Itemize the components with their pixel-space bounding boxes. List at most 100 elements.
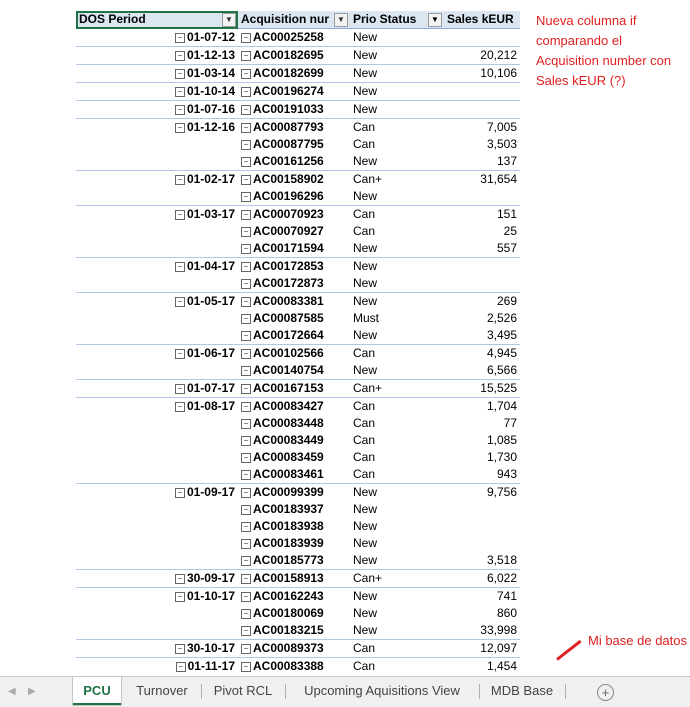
minus-box-icon[interactable]: − <box>174 174 185 185</box>
prio-status-cell[interactable]: Can <box>350 223 444 240</box>
acquisition-cell[interactable]: − AC00161256 <box>238 153 350 171</box>
minus-box-icon[interactable]: − <box>241 243 251 254</box>
minus-box-icon[interactable]: − <box>174 122 185 133</box>
dos-period-cell[interactable] <box>76 362 238 380</box>
minus-box-icon[interactable]: − <box>174 104 185 115</box>
dos-period-cell[interactable]: −01-04-17 <box>76 257 238 275</box>
prio-status-cell[interactable]: New <box>350 257 444 275</box>
acquisition-cell[interactable]: − AC00183215 <box>238 622 350 640</box>
prio-status-cell[interactable]: New <box>350 587 444 605</box>
minus-box-icon[interactable]: − <box>174 32 185 43</box>
minus-box-icon[interactable]: − <box>241 521 251 532</box>
acquisition-cell[interactable]: − AC00182695 <box>238 46 350 65</box>
sales-cell[interactable]: 15,525 <box>444 379 520 398</box>
dos-period-cell[interactable]: −01-12-16 <box>76 118 238 136</box>
acquisition-cell[interactable]: − AC00158902 <box>238 170 350 188</box>
minus-box-icon[interactable]: − <box>241 191 251 202</box>
dos-period-cell[interactable]: −01-09-17 <box>76 483 238 501</box>
sales-cell[interactable]: 9,756 <box>444 483 520 501</box>
dos-period-cell[interactable] <box>76 136 238 153</box>
acquisition-cell[interactable]: − AC00083449 <box>238 432 350 449</box>
scroll-right-icon[interactable]: ▶ <box>28 686 36 697</box>
minus-box-icon[interactable]: − <box>241 435 251 446</box>
minus-box-icon[interactable]: − <box>241 261 251 272</box>
acquisition-cell[interactable]: − AC00087793 <box>238 118 350 136</box>
minus-box-icon[interactable]: − <box>241 156 251 167</box>
minus-box-icon[interactable]: − <box>174 383 185 394</box>
sales-cell[interactable]: 3,503 <box>444 136 520 153</box>
sales-cell[interactable] <box>444 501 520 518</box>
acquisition-cell[interactable]: − AC00025258 <box>238 28 350 47</box>
minus-box-icon[interactable]: − <box>174 261 185 272</box>
prio-status-cell[interactable]: Can <box>350 657 444 675</box>
sales-cell[interactable]: 10,106 <box>444 64 520 83</box>
acquisition-cell[interactable]: − AC00087795 <box>238 136 350 153</box>
minus-box-icon[interactable]: − <box>241 661 251 672</box>
acquisition-cell[interactable]: − AC00099399 <box>238 483 350 501</box>
sales-cell[interactable] <box>444 188 520 206</box>
minus-box-icon[interactable]: − <box>175 661 186 672</box>
dos-period-cell[interactable]: −01-03-17 <box>76 205 238 223</box>
minus-box-icon[interactable]: − <box>241 487 251 498</box>
sales-cell[interactable]: 943 <box>444 466 520 484</box>
acquisition-cell[interactable]: − AC00196274 <box>238 82 350 101</box>
minus-box-icon[interactable]: − <box>174 296 185 307</box>
dos-period-cell[interactable] <box>76 622 238 640</box>
dos-period-cell[interactable]: −01-10-14 <box>76 82 238 101</box>
dos-period-cell[interactable]: −30-10-17 <box>76 639 238 658</box>
dos-period-cell[interactable]: −30-09-17 <box>76 569 238 588</box>
dos-period-cell[interactable] <box>76 466 238 484</box>
acquisition-cell[interactable]: − AC00140754 <box>238 362 350 380</box>
minus-box-icon[interactable]: − <box>241 452 251 463</box>
acquisition-cell[interactable]: − AC00172853 <box>238 257 350 275</box>
sales-cell[interactable]: 151 <box>444 205 520 223</box>
worksheet-area[interactable]: DOS Period ▼ Acquisition nur ▼ Prio Stat… <box>0 0 690 690</box>
minus-box-icon[interactable]: − <box>241 608 251 619</box>
prio-status-cell[interactable]: Can <box>350 136 444 153</box>
dropdown-arrow-icon[interactable]: ▼ <box>222 13 236 27</box>
header-dos-period[interactable]: DOS Period ▼ <box>76 11 238 29</box>
minus-box-icon[interactable]: − <box>241 32 251 43</box>
prio-status-cell[interactable]: New <box>350 100 444 119</box>
acquisition-cell[interactable]: − AC00172873 <box>238 275 350 293</box>
prio-status-cell[interactable]: Can <box>350 397 444 415</box>
minus-box-icon[interactable]: − <box>241 226 251 237</box>
minus-box-icon[interactable]: − <box>241 68 251 79</box>
prio-status-cell[interactable]: Can <box>350 415 444 432</box>
sales-cell[interactable] <box>444 257 520 275</box>
dos-period-cell[interactable]: −01-06-17 <box>76 344 238 362</box>
minus-box-icon[interactable]: − <box>241 401 251 412</box>
acquisition-cell[interactable]: − AC00083459 <box>238 449 350 466</box>
dos-period-cell[interactable] <box>76 518 238 535</box>
sales-cell[interactable] <box>444 535 520 552</box>
acquisition-cell[interactable]: − AC00070927 <box>238 223 350 240</box>
minus-box-icon[interactable]: − <box>174 487 185 498</box>
dos-period-cell[interactable]: −01-02-17 <box>76 170 238 188</box>
prio-status-cell[interactable]: Can <box>350 118 444 136</box>
minus-box-icon[interactable]: − <box>241 504 251 515</box>
sales-cell[interactable] <box>444 518 520 535</box>
minus-box-icon[interactable]: − <box>174 401 185 412</box>
dos-period-cell[interactable]: −01-12-13 <box>76 46 238 65</box>
acquisition-cell[interactable]: − AC00083448 <box>238 415 350 432</box>
scroll-left-icon[interactable]: ◀ <box>8 686 16 697</box>
sales-cell[interactable] <box>444 100 520 119</box>
sales-cell[interactable]: 7,005 <box>444 118 520 136</box>
dos-period-cell[interactable]: −01-03-14 <box>76 64 238 83</box>
minus-box-icon[interactable]: − <box>241 50 251 61</box>
acquisition-cell[interactable]: − AC00087585 <box>238 310 350 327</box>
minus-box-icon[interactable]: − <box>241 538 251 549</box>
acquisition-cell[interactable]: − AC00171594 <box>238 240 350 258</box>
sales-cell[interactable]: 3,518 <box>444 552 520 570</box>
acquisition-cell[interactable]: − AC00083427 <box>238 397 350 415</box>
minus-box-icon[interactable]: − <box>241 625 251 636</box>
tab-pivot-rcl[interactable]: Pivot RCL <box>203 677 283 705</box>
minus-box-icon[interactable]: − <box>241 209 251 220</box>
sales-cell[interactable]: 741 <box>444 587 520 605</box>
pivot-table[interactable]: DOS Period ▼ Acquisition nur ▼ Prio Stat… <box>76 11 520 692</box>
sales-cell[interactable]: 6,022 <box>444 569 520 588</box>
minus-box-icon[interactable]: − <box>174 573 185 584</box>
tab-mdb-base[interactable]: MDB Base <box>481 677 563 705</box>
prio-status-cell[interactable]: Can+ <box>350 170 444 188</box>
acquisition-cell[interactable]: − AC00182699 <box>238 64 350 83</box>
